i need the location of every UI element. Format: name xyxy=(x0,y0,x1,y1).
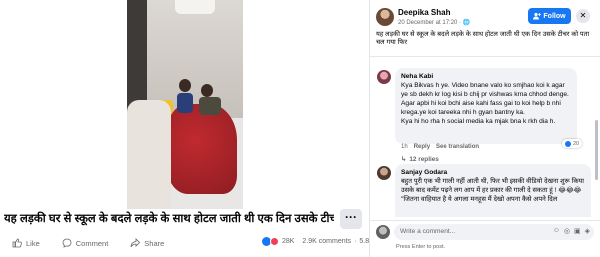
video-person-girl xyxy=(177,93,193,113)
comment-count[interactable]: 2.9K comments xyxy=(302,238,351,245)
author-avatar[interactable] xyxy=(376,8,394,26)
love-reaction-icon xyxy=(270,237,279,246)
reply-link[interactable]: Reply xyxy=(414,144,430,150)
video-blanket xyxy=(167,104,237,194)
share-icon xyxy=(130,238,141,248)
comment-composer: Write a comment... ☺ ◎ ▣ ◈ Press Enter t… xyxy=(370,220,600,257)
volume-icon[interactable] xyxy=(346,191,360,203)
separator-dot: · xyxy=(354,238,357,245)
comment-author[interactable]: Neha Kabi xyxy=(401,72,571,81)
close-icon[interactable]: ✕ xyxy=(576,9,590,23)
composer-icons: ☺ ◎ ▣ ◈ xyxy=(553,227,590,235)
comment-icon xyxy=(62,238,72,248)
share-button[interactable]: Share xyxy=(130,238,164,248)
comments-list: Neha Kabi Kya Bikvas h ye. Video bnane v… xyxy=(370,60,600,217)
like-label: Like xyxy=(26,238,40,248)
like-reaction-icon xyxy=(565,140,571,147)
comment-bubble: Sanjay Godara बहुत पुरी एक भी गाली नहीं … xyxy=(395,164,591,217)
view-replies-link[interactable]: ↳ 12 replies xyxy=(401,155,439,164)
separator-dot xyxy=(297,238,299,245)
comment-avatar[interactable] xyxy=(377,70,391,84)
author-name[interactable]: Deepika Shah xyxy=(398,8,450,17)
comment-text: बहुत पुरी एक भी गाली नहीं आती थी, फिर भी… xyxy=(401,178,584,203)
comment-label: Comment xyxy=(75,238,109,248)
composer-hint: Press Enter to post. xyxy=(396,244,446,250)
see-translation-link[interactable]: See translation xyxy=(436,144,479,150)
video-panel: यह लड़की घर से स्कूल के बदले लड़के के सा… xyxy=(0,0,394,257)
comment-input[interactable]: Write a comment... ☺ ◎ ▣ ◈ xyxy=(394,224,594,240)
comment-button[interactable]: Comment xyxy=(62,238,109,248)
comment-reactions[interactable]: 20 xyxy=(562,139,583,148)
post-time[interactable]: 20 December at 17:20 · 🌐 xyxy=(398,19,470,26)
video-title: यह लड़की घर से स्कूल के बदले लड़के के सा… xyxy=(4,213,334,225)
sticker-icon[interactable]: ◈ xyxy=(585,227,590,235)
user-avatar xyxy=(376,225,390,239)
comments-scrollbar[interactable] xyxy=(595,120,598,180)
post-header: Deepika Shah 20 December at 17:20 · 🌐 Fo… xyxy=(376,6,596,30)
video-person-boy xyxy=(199,97,221,115)
video-person-boy-head xyxy=(201,84,213,97)
replies-count: 12 replies xyxy=(409,155,439,163)
comment-text: Kya Bikvas h ye. Video bnane valo ko smj… xyxy=(401,82,569,125)
gif-icon[interactable]: ▣ xyxy=(574,227,581,235)
more-options-button[interactable]: ··· xyxy=(340,209,362,229)
thumbs-up-icon xyxy=(12,238,22,248)
video-person-girl-head xyxy=(179,79,191,92)
video-person-man xyxy=(127,100,171,209)
camera-icon[interactable]: ◎ xyxy=(564,227,570,235)
post-caption: यह लड़की घर से स्कूल के बदले लड़के के सा… xyxy=(376,31,590,46)
divider xyxy=(370,56,600,57)
comment-meta: 1h Reply See translation xyxy=(401,144,479,150)
emoji-icon[interactable]: ☺ xyxy=(553,227,560,235)
comment-reaction-count: 20 xyxy=(573,140,580,147)
follow-icon xyxy=(533,12,542,20)
reply-arrow-icon: ↳ xyxy=(401,156,407,163)
follow-label: Follow xyxy=(543,12,566,20)
video-light xyxy=(175,0,215,14)
video-player[interactable] xyxy=(0,0,369,209)
like-button[interactable]: Like xyxy=(12,238,40,248)
comment-input-placeholder: Write a comment... xyxy=(400,228,456,235)
comment-avatar[interactable] xyxy=(377,166,391,180)
post-time-text: 20 December at 17:20 · xyxy=(398,20,463,26)
comment-bubble: Neha Kabi Kya Bikvas h ye. Video bnane v… xyxy=(395,68,577,144)
reaction-count[interactable]: 28K xyxy=(282,238,294,245)
comment-author[interactable]: Sanjay Godara xyxy=(401,168,585,177)
follow-button[interactable]: Follow xyxy=(528,8,571,24)
comments-panel: Deepika Shah 20 December at 17:20 · 🌐 Fo… xyxy=(369,0,600,257)
share-label: Share xyxy=(144,238,165,248)
comment-time[interactable]: 1h xyxy=(401,144,408,150)
video-frame[interactable] xyxy=(127,0,243,209)
globe-icon: 🌐 xyxy=(462,20,471,26)
